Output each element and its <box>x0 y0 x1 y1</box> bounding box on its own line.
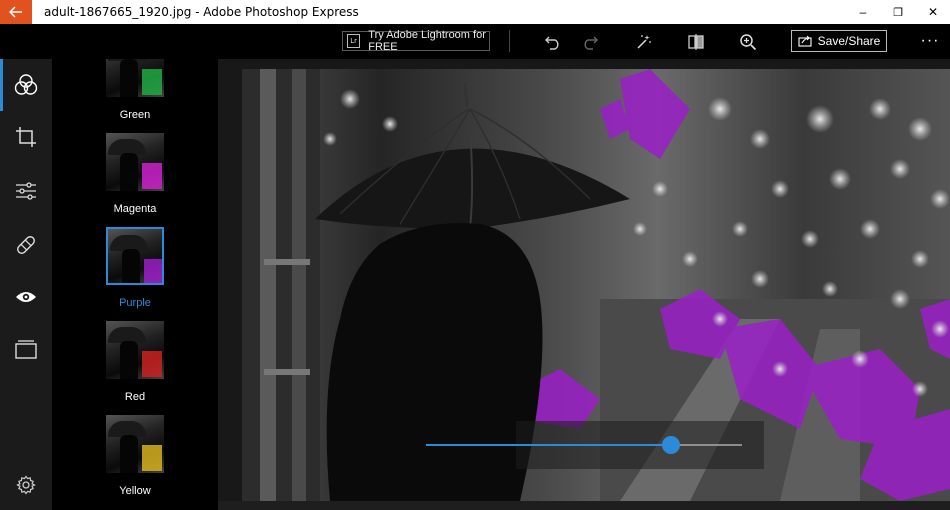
lightroom-icon: Lr <box>347 34 361 48</box>
look-label: Green <box>119 109 151 121</box>
look-purple[interactable]: Purple <box>52 227 218 321</box>
borders-icon <box>15 340 37 359</box>
more-dots-icon: ··· <box>920 32 940 49</box>
gear-icon <box>16 475 36 495</box>
minimize-button[interactable]: – <box>846 0 880 24</box>
maximize-button[interactable]: ❐ <box>881 0 915 24</box>
save-share-label: Save/Share <box>817 34 881 48</box>
look-green[interactable]: Green <box>52 59 218 133</box>
look-thumbnail <box>106 133 164 191</box>
edited-photo[interactable] <box>220 69 950 501</box>
rail-settings[interactable] <box>0 463 52 507</box>
looks-panel: Green Magenta Purple Red Yellow <box>52 59 218 510</box>
intensity-slider-panel <box>426 421 764 469</box>
rail-red-eye[interactable] <box>0 275 52 319</box>
compare-button[interactable] <box>684 30 708 54</box>
window-title: adult-1867665_1920.jpg - Adobe Photoshop… <box>44 5 359 19</box>
toolbar-divider <box>509 30 510 52</box>
rail-borders[interactable] <box>0 327 52 371</box>
toolbar: Lr Try Adobe Lightroom for FREE Save/Sha… <box>0 24 950 59</box>
share-icon <box>798 35 812 47</box>
try-lightroom-button[interactable]: Lr Try Adobe Lightroom for FREE <box>342 29 490 53</box>
close-icon: ✕ <box>927 5 939 19</box>
rail-looks[interactable] <box>0 63 52 107</box>
undo-button[interactable] <box>541 30 565 54</box>
purple-accent <box>144 259 162 283</box>
save-share-button[interactable]: Save/Share <box>791 30 887 52</box>
look-yellow[interactable]: Yellow <box>52 415 218 509</box>
canvas-area <box>218 59 950 510</box>
eye-icon <box>16 292 36 302</box>
look-label-selected: Purple <box>119 297 151 309</box>
zoom-button[interactable] <box>736 30 760 54</box>
look-label: Magenta <box>113 203 157 215</box>
auto-fix-button[interactable] <box>632 30 656 54</box>
compare-icon <box>688 34 704 50</box>
look-thumbnail <box>106 415 164 473</box>
intensity-slider[interactable] <box>426 421 756 469</box>
crop-icon <box>16 127 36 147</box>
look-thumbnail-selected <box>106 227 164 285</box>
red-accent <box>142 351 162 377</box>
look-label: Yellow <box>119 485 151 497</box>
title-bar: adult-1867665_1920.jpg - Adobe Photoshop… <box>0 0 950 24</box>
slider-thumb <box>662 436 680 454</box>
canvas-bottom-bar <box>218 501 950 510</box>
look-red[interactable]: Red <box>52 321 218 415</box>
zoom-in-icon <box>740 34 757 51</box>
healing-bandage-icon <box>17 236 35 254</box>
redo-icon <box>584 36 598 50</box>
minimize-icon: – <box>859 5 867 19</box>
green-accent <box>142 69 162 95</box>
look-label: Red <box>124 391 146 403</box>
back-button[interactable] <box>0 0 32 24</box>
look-thumbnail <box>106 59 164 97</box>
undo-icon <box>545 36 559 50</box>
yellow-accent <box>142 445 162 471</box>
look-magenta[interactable]: Magenta <box>52 133 218 227</box>
maximize-icon: ❐ <box>893 6 903 19</box>
look-thumbnail <box>106 321 164 379</box>
magenta-accent <box>142 163 162 189</box>
magic-wand-icon <box>637 35 651 49</box>
looks-icon <box>14 74 38 95</box>
rail-crop[interactable] <box>0 115 52 159</box>
redo-button[interactable] <box>578 30 602 54</box>
rail-healing[interactable] <box>0 223 52 267</box>
close-button[interactable]: ✕ <box>916 0 950 24</box>
adjust-sliders-icon <box>16 182 36 200</box>
try-lightroom-label: Try Adobe Lightroom for FREE <box>368 29 486 53</box>
tool-rail <box>0 59 52 510</box>
more-options-button[interactable]: ··· <box>918 31 942 51</box>
rail-adjust[interactable] <box>0 169 52 213</box>
back-arrow-icon <box>9 6 22 18</box>
